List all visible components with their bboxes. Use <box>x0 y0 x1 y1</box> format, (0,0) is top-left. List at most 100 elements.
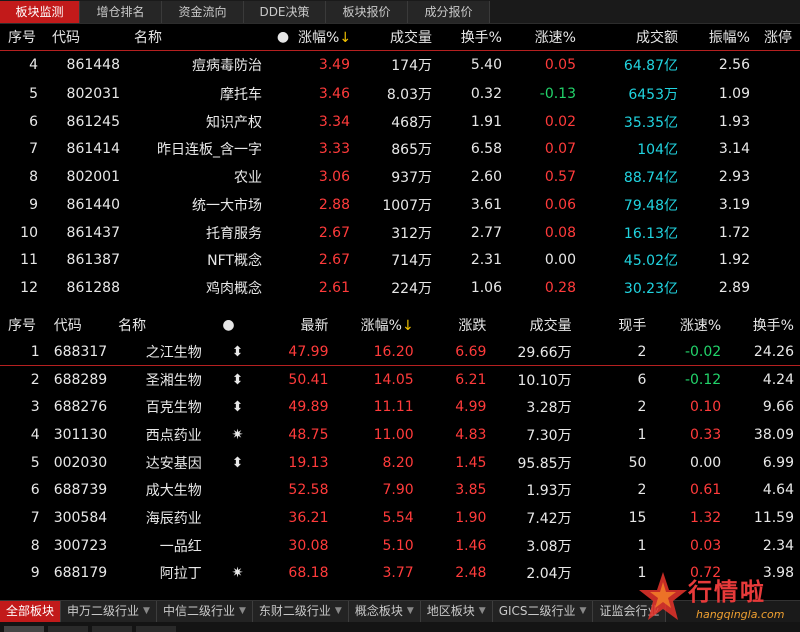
cell-dot <box>268 219 298 247</box>
status-tab[interactable] <box>4 626 44 632</box>
table-row[interactable]: 6 688739 成大生物 52.58 7.90 3.85 1.93万 2 0.61 4.64 <box>0 476 800 504</box>
header-dot[interactable]: ● <box>208 312 250 338</box>
header-volume[interactable]: 成交量 <box>492 312 577 338</box>
table-row[interactable]: 5 002030 达安基因 ⬍ 19.13 8.20 1.45 95.85万 50 0.00 6.9… <box>0 449 800 477</box>
tab-component-quote[interactable]: 成分报价 <box>408 1 490 23</box>
table-row[interactable]: 7 861414 昨日连板_含一字 3.33 865万 6.58 0.07 104亿 3.14 <box>0 136 800 164</box>
cell-amount: 104亿 <box>637 142 678 159</box>
table-row[interactable]: 11 861387 NFT概念 2.67 714万 2.31 0.00 45.02亿 1.92 <box>0 247 800 275</box>
cell-name: 圣湘生物 <box>145 372 202 389</box>
cell-change-pct: 3.77 <box>382 565 414 582</box>
table-row[interactable]: 8 802001 农业 3.06 937万 2.60 0.57 88.74亿 2.93 <box>0 163 800 191</box>
tab-eastmoney-industry[interactable]: 东财二级行业 ▼ <box>252 601 349 622</box>
stock-table: 序号 代码 名称 ● 最新 涨幅%↓ 涨跌 成交量 现手 涨速% 换手% 1 68… <box>0 312 800 587</box>
table-row[interactable]: 10 861437 托育服务 2.67 312万 2.77 0.08 16.13亿 1.72 <box>0 219 800 247</box>
tab-dde-decision[interactable]: DDE决策 <box>244 1 326 23</box>
cell-limit-up <box>756 274 800 302</box>
table-row[interactable]: 6 861245 知识产权 3.34 468万 1.91 0.02 35.35亿 1.93 <box>0 108 800 136</box>
cell-volume: 7.42万 <box>526 510 572 527</box>
header-amplitude[interactable]: 振幅% <box>684 24 756 50</box>
tab-fund-flow[interactable]: 资金流向 <box>162 1 244 23</box>
cell-latest: 48.75 <box>288 426 329 443</box>
cell-name: 昨日连板_含一字 <box>157 142 262 159</box>
cell-code: 300584 <box>53 509 108 526</box>
table-row[interactable]: 3 688276 百克生物 ⬍ 49.89 11.11 4.99 3.28万 2 0.10 9.66 <box>0 393 800 421</box>
table-row[interactable]: 2 688289 圣湘生物 ⬍ 50.41 14.05 6.21 10.10万 6 -0.12 4.… <box>0 366 800 394</box>
sector-header-row: 序号 代码 名称 ● 涨幅%↓ 成交量 换手% 涨速% 成交额 振幅% 涨停 <box>0 24 800 50</box>
cell-latest: 30.08 <box>288 537 329 554</box>
tab-all-sectors[interactable]: 全部板块 <box>0 601 62 622</box>
cell-name: 海辰药业 <box>145 510 202 527</box>
header-hand[interactable]: 现手 <box>578 312 653 338</box>
cell-change-pct: 3.34 <box>318 113 350 130</box>
status-tab[interactable] <box>92 626 132 632</box>
header-change-pct[interactable]: 涨幅%↓ <box>335 312 420 338</box>
empty-mark <box>208 532 250 560</box>
tab-sector-monitor[interactable]: 板块监测 <box>0 1 80 23</box>
cell-volume: 312万 <box>391 225 432 242</box>
cell-volume: 468万 <box>391 114 432 131</box>
header-latest[interactable]: 最新 <box>249 312 334 338</box>
header-amount[interactable]: 成交额 <box>582 24 684 50</box>
tab-gics-industry[interactable]: GICS二级行业 ▼ <box>492 601 594 622</box>
watermark-text: 行情啦 <box>688 578 766 606</box>
cell-turnover: 2.31 <box>470 252 502 269</box>
cell-name: 之江生物 <box>145 344 202 361</box>
header-code[interactable]: 代码 <box>46 312 110 338</box>
cell-turnover: 6.99 <box>762 454 794 471</box>
header-volume[interactable]: 成交量 <box>356 24 438 50</box>
header-code[interactable]: 代码 <box>44 24 126 50</box>
cell-volume: 865万 <box>391 142 432 159</box>
dropdown-caret-icon: ▼ <box>334 606 342 616</box>
header-index[interactable]: 序号 <box>0 24 44 50</box>
table-row[interactable]: 4 301130 西点药业 ✷ 48.75 11.00 4.83 7.30万 1 0.33 38.0… <box>0 421 800 449</box>
table-row[interactable]: 8 300723 一品红 30.08 5.10 1.46 3.08万 1 0.03 2.34 <box>0 532 800 560</box>
header-dot[interactable]: ● <box>268 24 298 50</box>
cell-dot <box>268 247 298 275</box>
cell-volume: 10.10万 <box>517 372 572 389</box>
cell-hand: 2 <box>637 399 647 416</box>
cell-turnover: 4.64 <box>762 482 794 499</box>
cell-name: 痘病毒防治 <box>192 58 262 75</box>
sort-desc-icon: ↓ <box>339 29 352 46</box>
table-row[interactable]: 9 861440 统一大市场 2.88 1007万 3.61 0.06 79.48亿 3.19 <box>0 191 800 219</box>
header-change[interactable]: 涨跌 <box>420 312 493 338</box>
header-limit-up[interactable]: 涨停 <box>756 24 800 50</box>
header-index[interactable]: 序号 <box>0 312 46 338</box>
tab-citic-industry[interactable]: 中信二级行业 ▼ <box>156 601 253 622</box>
header-speed[interactable]: 涨速% <box>508 24 582 50</box>
header-turnover[interactable]: 换手% <box>727 312 800 338</box>
header-change-pct[interactable]: 涨幅%↓ <box>298 24 356 50</box>
cell-code: 861387 <box>66 252 120 269</box>
dropdown-caret-icon: ▼ <box>406 606 414 616</box>
header-name[interactable]: 名称 <box>110 312 208 338</box>
status-tab[interactable] <box>48 626 88 632</box>
cell-turnover: 1.06 <box>470 280 502 297</box>
cell-index: 7 <box>30 509 40 526</box>
cell-code: 861440 <box>66 196 120 213</box>
cell-volume: 3.28万 <box>526 400 572 417</box>
tab-sw-industry[interactable]: 申万二级行业 ▼ <box>61 601 157 622</box>
cell-change: 3.85 <box>455 482 487 499</box>
header-speed[interactable]: 涨速% <box>652 312 727 338</box>
tab-sector-quote[interactable]: 板块报价 <box>326 1 408 23</box>
cell-change-pct: 2.67 <box>318 252 350 269</box>
dropdown-caret-icon: ▼ <box>478 606 486 616</box>
tab-region-sectors[interactable]: 地区板块 ▼ <box>420 601 493 622</box>
table-row[interactable]: 12 861288 鸡肉概念 2.61 224万 1.06 0.28 30.23亿 2.89 <box>0 274 800 302</box>
cell-limit-up <box>756 191 800 219</box>
dropdown-caret-icon: ▼ <box>579 606 587 616</box>
table-row[interactable]: 5 802031 摩托车 3.46 8.03万 0.32 -0.13 6453万 1.09 <box>0 80 800 108</box>
cell-code: 688179 <box>53 565 108 582</box>
status-tab[interactable] <box>136 626 176 632</box>
cell-volume: 7.30万 <box>526 427 572 444</box>
table-row[interactable]: 7 300584 海辰药业 36.21 5.54 1.90 7.42万 15 1.32 11.59 <box>0 504 800 532</box>
tab-concept-sectors[interactable]: 概念板块 ▼ <box>348 601 421 622</box>
cell-speed: 0.07 <box>544 141 576 158</box>
header-name[interactable]: 名称 <box>126 24 268 50</box>
table-row[interactable]: 4 861448 痘病毒防治 3.49 174万 5.40 0.05 64.87亿 2.56 <box>0 50 800 80</box>
header-turnover[interactable]: 换手% <box>438 24 508 50</box>
tab-position-rank[interactable]: 增仓排名 <box>80 1 162 23</box>
cell-dot <box>268 136 298 164</box>
table-row[interactable]: 1 688317 之江生物 ⬍ 47.99 16.20 6.69 29.66万 2 -0.02 24… <box>0 338 800 366</box>
